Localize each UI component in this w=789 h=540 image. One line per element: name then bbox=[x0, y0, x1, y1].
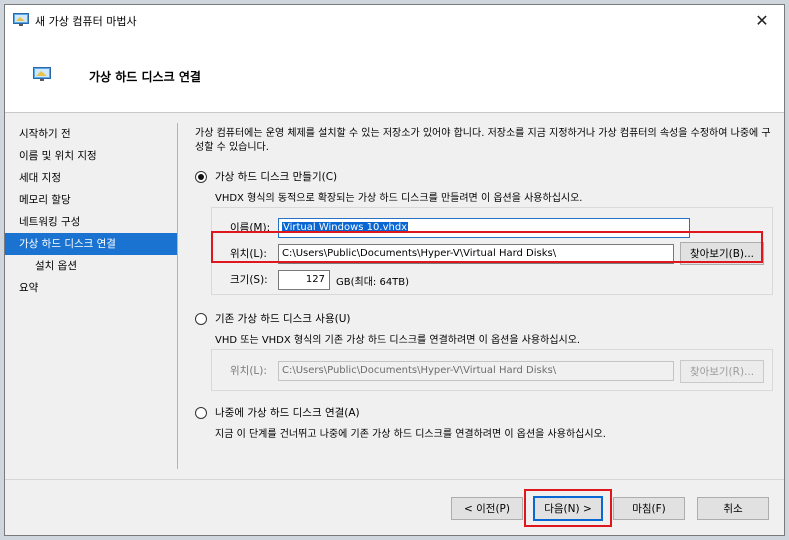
nav-item-installation-options[interactable]: 설치 옵션 bbox=[5, 255, 177, 277]
next-button[interactable]: 다음(N) > bbox=[533, 496, 603, 521]
existing-browse-button[interactable]: 찾아보기(R)... bbox=[680, 360, 764, 383]
radio-button[interactable] bbox=[195, 406, 207, 419]
existing-description: VHD 또는 VHDX 형식의 기존 가상 하드 디스크를 연결하려면 이 옵션… bbox=[215, 335, 581, 346]
radio-button[interactable] bbox=[195, 312, 207, 325]
nav-item-networking[interactable]: 네트워킹 구성 bbox=[5, 211, 177, 233]
cancel-button[interactable]: 취소 bbox=[697, 497, 769, 520]
radio-button[interactable] bbox=[195, 170, 207, 183]
later-description: 지금 이 단계를 건너뛰고 나중에 기존 가상 하드 디스크를 연결하려면 이 … bbox=[215, 429, 606, 440]
window-title: 새 가상 컴퓨터 마법사 bbox=[35, 15, 137, 28]
size-unit: GB(최대: 64TB) bbox=[336, 277, 410, 288]
create-options-group: 이름(M): Virtual Windows 10.vhdx 위치(L): C:… bbox=[211, 207, 773, 295]
wizard-steps-nav: 시작하기 전 이름 및 위치 지정 세대 지정 메모리 할당 네트워킹 구성 가… bbox=[5, 123, 177, 299]
radio-create-label: 가상 하드 디스크 만들기(C) bbox=[215, 171, 338, 183]
wizard-window: 새 가상 컴퓨터 마법사 ✕ 가상 하드 디스크 연결 시작하기 전 이름 및 … bbox=[4, 4, 785, 536]
radio-later-label: 나중에 가상 하드 디스크 연결(A) bbox=[215, 407, 360, 419]
browse-button[interactable]: 찾아보기(B)... bbox=[680, 242, 764, 265]
title-bar: 새 가상 컴퓨터 마법사 ✕ bbox=[5, 5, 784, 35]
wizard-monitor-icon bbox=[13, 13, 29, 26]
size-label: 크기(S): bbox=[230, 274, 268, 286]
name-input[interactable]: Virtual Windows 10.vhdx bbox=[278, 218, 690, 238]
nav-item-memory[interactable]: 메모리 할당 bbox=[5, 189, 177, 211]
footer-divider bbox=[5, 479, 784, 480]
create-description: VHDX 형식의 동적으로 확장되는 가상 하드 디스크를 만들려면 이 옵션을… bbox=[215, 193, 583, 204]
size-input[interactable]: 127 bbox=[278, 270, 330, 290]
existing-location-input[interactable]: C:\Users\Public\Documents\Hyper-V\Virtua… bbox=[278, 361, 674, 381]
page-title: 가상 하드 디스크 연결 bbox=[89, 70, 201, 84]
existing-location-label: 위치(L): bbox=[230, 365, 267, 377]
radio-existing-label: 기존 가상 하드 디스크 사용(U) bbox=[215, 313, 351, 325]
nav-item-virtual-hard-disk[interactable]: 가상 하드 디스크 연결 bbox=[5, 233, 177, 255]
wizard-header: 가상 하드 디스크 연결 bbox=[5, 35, 784, 113]
name-label: 이름(M): bbox=[230, 222, 271, 234]
radio-attach-later[interactable]: 나중에 가상 하드 디스크 연결(A) bbox=[195, 405, 360, 420]
close-button[interactable]: ✕ bbox=[740, 5, 784, 35]
location-label: 위치(L): bbox=[230, 248, 267, 260]
intro-text: 가상 컴퓨터에는 운영 체제를 설치할 수 있는 저장소가 있어야 합니다. 저… bbox=[195, 128, 771, 153]
finish-button[interactable]: 마침(F) bbox=[613, 497, 685, 520]
nav-item-generation[interactable]: 세대 지정 bbox=[5, 167, 177, 189]
nav-item-summary[interactable]: 요약 bbox=[5, 277, 177, 299]
existing-options-group: 위치(L): C:\Users\Public\Documents\Hyper-V… bbox=[211, 349, 773, 391]
radio-create-vhd[interactable]: 가상 하드 디스크 만들기(C) bbox=[195, 169, 337, 184]
nav-item-name-location[interactable]: 이름 및 위치 지정 bbox=[5, 145, 177, 167]
radio-use-existing-vhd[interactable]: 기존 가상 하드 디스크 사용(U) bbox=[195, 311, 351, 326]
location-input[interactable]: C:\Users\Public\Documents\Hyper-V\Virtua… bbox=[278, 244, 674, 264]
nav-item-before-you-begin[interactable]: 시작하기 전 bbox=[5, 123, 177, 145]
name-input-value: Virtual Windows 10.vhdx bbox=[282, 222, 409, 233]
wizard-monitor-icon bbox=[33, 67, 51, 81]
close-icon: ✕ bbox=[755, 10, 769, 30]
nav-divider bbox=[177, 123, 178, 469]
prev-button[interactable]: < 이전(P) bbox=[451, 497, 523, 520]
